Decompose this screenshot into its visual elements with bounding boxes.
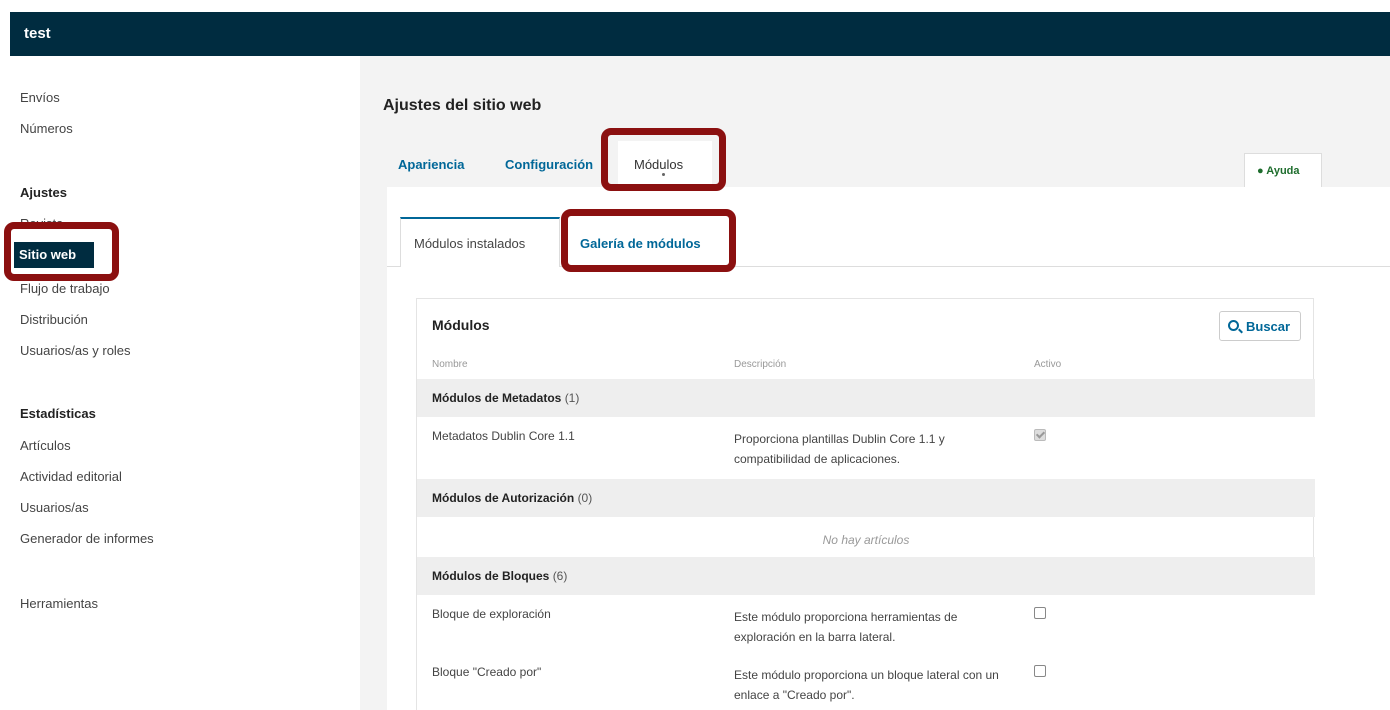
active-checkbox[interactable] — [1034, 429, 1046, 441]
tab-apariencia[interactable]: Apariencia — [398, 157, 464, 172]
sidebar-item-distribucion[interactable]: Distribución — [20, 312, 88, 327]
table-row: Bloque de exploración Este módulo propor… — [417, 595, 1315, 653]
group-row-autorizacion: Módulos de Autorización (0) — [417, 479, 1315, 517]
table-row: Bloque "Creado por" Este módulo proporci… — [417, 653, 1315, 710]
plugin-name: Bloque "Creado por" — [432, 665, 542, 679]
subtab-bar: Módulos instalados Galería de módulos — [387, 187, 1390, 267]
app-title[interactable]: test — [24, 25, 51, 42]
sidebar-item-revista[interactable]: Revista — [20, 216, 63, 231]
plugin-description: Este módulo proporciona herramientas de … — [734, 610, 958, 644]
tab-modulos[interactable]: Módulos — [634, 157, 683, 172]
sidebar-item-sitio-web[interactable]: Sitio web — [14, 242, 94, 268]
group-row-bloques: Módulos de Bloques (6) — [417, 557, 1315, 595]
active-checkbox[interactable] — [1034, 607, 1046, 619]
main-content: Ajustes del sitio web Apariencia Configu… — [360, 56, 1390, 710]
help-button[interactable]: ● Ayuda — [1244, 153, 1322, 187]
sidebar-item-envios[interactable]: Envíos — [20, 90, 60, 105]
plugin-name: Bloque de exploración — [432, 607, 551, 621]
tab-active-indicator — [662, 173, 665, 176]
table-row: Metadatos Dublin Core 1.1 Proporciona pl… — [417, 417, 1315, 479]
plugin-name: Metadatos Dublin Core 1.1 — [432, 429, 575, 443]
active-checkbox[interactable] — [1034, 665, 1046, 677]
sidebar-item-actividad[interactable]: Actividad editorial — [20, 469, 122, 484]
plugin-description: Este módulo proporciona un bloque latera… — [734, 668, 999, 702]
tab-configuracion[interactable]: Configuración — [505, 157, 593, 172]
sidebar-heading-estadisticas: Estadísticas — [20, 406, 96, 421]
sidebar-heading-ajustes: Ajustes — [20, 185, 67, 200]
sidebar-item-numeros[interactable]: Números — [20, 121, 73, 136]
sidebar-item-informes[interactable]: Generador de informes — [20, 531, 154, 546]
sidebar-item-usuarios[interactable]: Usuarios/as — [20, 500, 89, 515]
col-activo: Activo — [1034, 359, 1062, 370]
subtab-galeria-modulos[interactable]: Galería de módulos — [580, 236, 701, 251]
col-descripcion: Descripción — [734, 359, 787, 370]
plugins-card: Módulos Buscar Nombre Descripción Activo… — [416, 298, 1315, 710]
sidebar-item-flujo[interactable]: Flujo de trabajo — [20, 281, 110, 296]
search-button[interactable]: Buscar — [1219, 311, 1301, 341]
empty-message: No hay artículos — [822, 533, 910, 547]
top-bar: test — [10, 12, 1390, 56]
sidebar-item-usuarios-roles[interactable]: Usuarios/as y roles — [20, 343, 131, 358]
plugin-description: Proporciona plantillas Dublin Core 1.1 y… — [734, 432, 945, 466]
sidebar: Envíos Números Ajustes Revista Sitio web… — [0, 56, 360, 710]
card-title: Módulos — [432, 317, 490, 333]
search-label: Buscar — [1246, 319, 1291, 334]
sidebar-item-herramientas[interactable]: Herramientas — [20, 596, 98, 611]
col-nombre: Nombre — [432, 359, 468, 370]
sidebar-item-articulos[interactable]: Artículos — [20, 438, 71, 453]
page-title: Ajustes del sitio web — [383, 97, 542, 114]
group-row-metadatos: Módulos de Metadatos (1) — [417, 379, 1315, 417]
subtab-modulos-instalados[interactable]: Módulos instalados — [414, 236, 525, 251]
search-icon — [1228, 320, 1239, 331]
help-label: ● Ayuda — [1257, 165, 1300, 177]
